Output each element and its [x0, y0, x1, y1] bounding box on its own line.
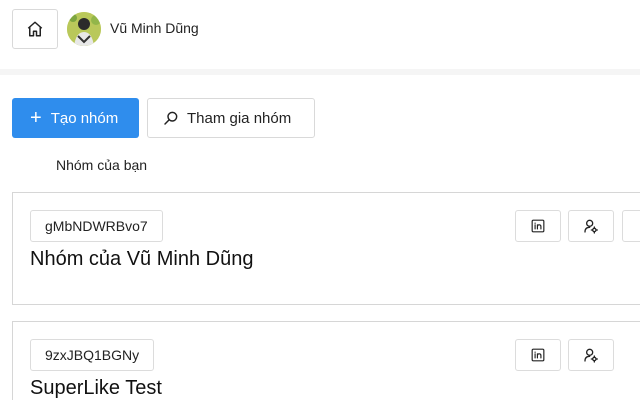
members-button[interactable]	[568, 210, 614, 242]
group-name: SuperLike Test	[30, 377, 162, 399]
create-group-label: Tạo nhóm	[50, 109, 119, 127]
linkedin-icon	[531, 219, 545, 233]
top-bar: Vũ Minh Dũng	[0, 0, 640, 62]
avatar[interactable]	[67, 12, 101, 46]
search-icon	[164, 111, 178, 125]
home-icon	[27, 21, 43, 37]
linkedin-button[interactable]	[515, 339, 561, 371]
join-group-button[interactable]: Tham gia nhóm	[147, 98, 315, 138]
group-name: Nhóm của Vũ Minh Dũng	[30, 248, 254, 270]
user-settings-icon	[584, 348, 598, 363]
group-card[interactable]: gMbNDWRBvo7 Nhóm của Vũ Minh Dũng ⋮	[12, 192, 640, 305]
user-settings-icon	[584, 219, 598, 234]
section-title: Nhóm của bạn	[56, 157, 148, 173]
members-button[interactable]	[568, 339, 614, 371]
linkedin-button[interactable]	[515, 210, 561, 242]
group-code-tag[interactable]: gMbNDWRBvo7	[30, 210, 163, 242]
create-group-button[interactable]: + Tạo nhóm	[12, 98, 139, 138]
plus-icon: +	[30, 107, 42, 129]
username: Vũ Minh Dũng	[110, 20, 199, 36]
more-button[interactable]: ⋮	[622, 210, 640, 242]
linkedin-icon	[531, 348, 545, 362]
group-code-tag[interactable]: 9zxJBQ1BGNy	[30, 339, 155, 371]
home-button[interactable]	[12, 9, 58, 49]
divider	[0, 69, 640, 75]
group-code: 9zxJBQ1BGNy	[45, 347, 140, 363]
join-group-label: Tham gia nhóm	[187, 109, 292, 127]
group-card[interactable]: 9zxJBQ1BGNy SuperLike Test	[12, 321, 640, 400]
group-code: gMbNDWRBvo7	[45, 218, 148, 234]
